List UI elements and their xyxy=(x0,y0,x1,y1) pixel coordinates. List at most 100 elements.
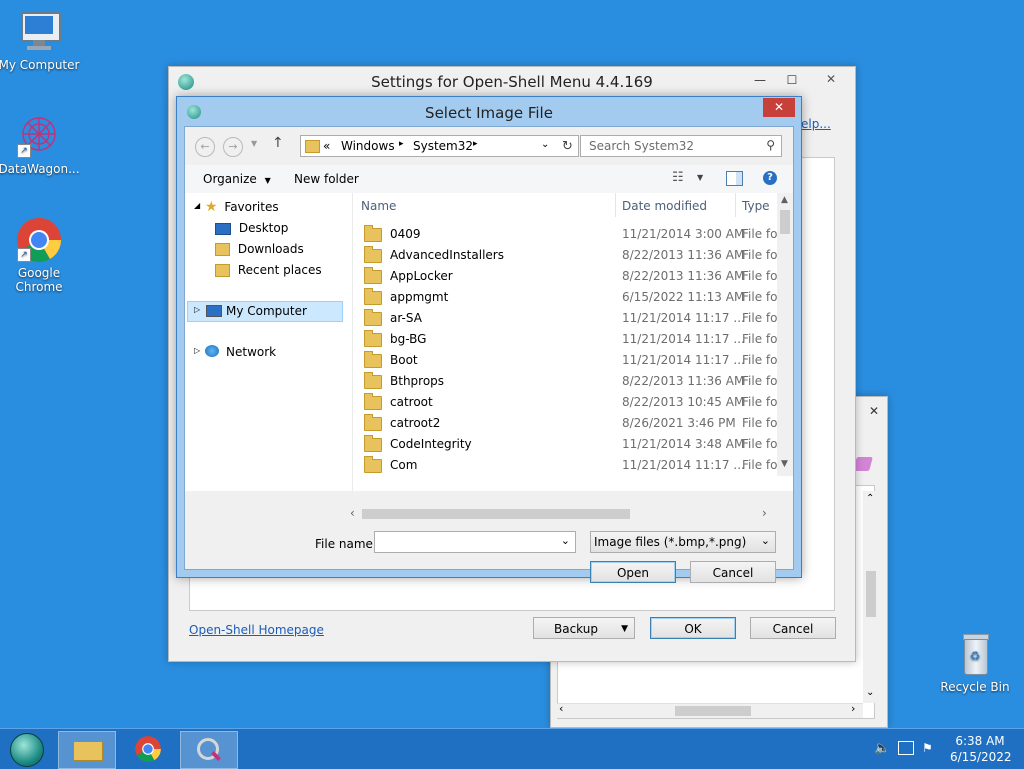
nav-desktop[interactable]: Desktop xyxy=(215,218,288,238)
forward-button[interactable]: → xyxy=(223,137,243,157)
nav-downloads[interactable]: Downloads xyxy=(215,239,304,259)
taskbar-chrome[interactable] xyxy=(120,731,176,767)
search-input[interactable]: Search System32 ⚲ xyxy=(580,135,782,157)
taskbar-open-shell-settings[interactable] xyxy=(180,731,238,769)
cancel-button[interactable]: Cancel xyxy=(750,617,836,639)
nav-favorites-label: Favorites xyxy=(224,200,279,214)
chrome-icon: ↗ xyxy=(15,216,63,264)
list-item[interactable]: ar-SA 11/21/2014 11:17 ... File fol xyxy=(353,308,781,329)
organize-button[interactable]: Organize ▼ xyxy=(203,172,271,186)
scrollbar-vertical[interactable] xyxy=(863,491,879,703)
column-header-date[interactable]: Date modified xyxy=(622,199,707,213)
desktop-icon-label: DataWagon... xyxy=(0,162,80,176)
clock-time[interactable]: 6:38 AM xyxy=(950,734,1010,748)
list-item[interactable]: bg-BG 11/21/2014 11:17 ... File fol xyxy=(353,329,781,350)
column-header-type[interactable]: Type xyxy=(742,199,770,213)
scroll-left-arrow-icon[interactable]: ‹ xyxy=(350,506,355,520)
list-item[interactable]: CodeIntegrity 11/21/2014 3:48 AM File fol xyxy=(353,434,781,455)
scroll-right-arrow-icon[interactable]: › xyxy=(851,702,855,715)
recent-dropdown-icon[interactable]: ▼ xyxy=(251,139,257,148)
nav-recent-label: Recent places xyxy=(237,263,322,277)
expand-favorites-icon[interactable]: ◢ xyxy=(194,201,200,210)
network-status-icon[interactable] xyxy=(898,741,914,755)
desktop-icon-my-computer[interactable]: My Computer xyxy=(0,8,81,72)
file-name-input[interactable]: ⌄ xyxy=(374,531,576,553)
chevron-right-icon[interactable]: ▸ xyxy=(399,139,404,149)
clock-date[interactable]: 6/15/2022 xyxy=(950,750,1012,764)
start-button[interactable] xyxy=(0,731,50,767)
new-folder-button[interactable]: New folder xyxy=(294,172,359,186)
backup-label: Backup xyxy=(554,622,598,636)
scroll-up-arrow-icon[interactable]: ▲ xyxy=(781,195,788,205)
list-item[interactable]: appmgmt 6/15/2022 11:13 AM File fol xyxy=(353,287,781,308)
nav-my-computer[interactable]: ▷ My Computer xyxy=(187,301,343,322)
list-item[interactable]: 0409 11/21/2014 3:00 AM File fol xyxy=(353,224,781,245)
scrollbar-thumb[interactable] xyxy=(362,509,630,519)
help-icon[interactable]: ? xyxy=(763,171,777,185)
column-divider[interactable] xyxy=(615,193,616,217)
scroll-down-arrow-icon[interactable]: ▼ xyxy=(781,459,788,469)
file-list-scrollbar-horizontal[interactable]: ‹ › xyxy=(346,505,776,522)
column-header-name[interactable]: Name xyxy=(361,199,396,213)
up-button[interactable]: ↑ xyxy=(272,135,284,151)
dialog-body: ← → ▼ ↑ « Windows ▸ System32 ▸ ⌄ ↻ Searc… xyxy=(184,126,794,583)
chevron-down-icon[interactable]: ⌄ xyxy=(561,534,570,547)
view-dropdown-icon[interactable]: ▼ xyxy=(697,173,703,182)
nav-computer-label: My Computer xyxy=(226,304,307,318)
command-bar: Organize ▼ New folder ☷ ▼ ? xyxy=(185,165,793,194)
list-item[interactable]: catroot 8/22/2013 10:45 AM File fol xyxy=(353,392,781,413)
list-item[interactable]: AdvancedInstallers 8/22/2013 11:36 AM File… xyxy=(353,245,781,266)
preview-pane-icon[interactable] xyxy=(726,171,743,186)
desktop-icon-recycle-bin[interactable]: ♻ Recycle Bin xyxy=(933,630,1017,694)
search-placeholder: Search System32 xyxy=(589,139,695,153)
shortcut-arrow-icon: ↗ xyxy=(17,144,31,158)
breadcrumb-overflow[interactable]: « xyxy=(323,139,330,153)
list-item[interactable]: Com 11/21/2014 11:17 ... File fol xyxy=(353,455,781,476)
file-list-scrollbar-vertical[interactable]: ▲ ▼ xyxy=(777,193,793,476)
help-link[interactable]: elp... xyxy=(801,117,831,131)
scrollbar-horizontal[interactable]: ‹ › xyxy=(557,702,863,718)
list-item[interactable]: Bthprops 8/22/2013 11:36 AM File fol xyxy=(353,371,781,392)
dialog-close-button[interactable]: ✕ xyxy=(763,98,795,117)
breadcrumb-system32[interactable]: System32 xyxy=(413,139,473,153)
homepage-link[interactable]: Open-Shell Homepage xyxy=(189,623,324,637)
view-options-icon[interactable]: ☷ xyxy=(672,170,684,185)
scrollbar-thumb[interactable] xyxy=(780,210,790,234)
desktop-icon-chrome[interactable]: ↗ Google Chrome xyxy=(0,216,81,294)
file-type-filter[interactable]: Image files (*.bmp,*.png) ⌄ xyxy=(590,531,776,553)
action-center-icon[interactable]: ⚑ xyxy=(922,741,933,755)
list-item[interactable]: Boot 11/21/2014 11:17 ... File fol xyxy=(353,350,781,371)
close-icon[interactable]: ✕ xyxy=(809,69,853,89)
address-bar[interactable]: « Windows ▸ System32 ▸ ⌄ xyxy=(300,135,562,157)
scroll-left-arrow-icon[interactable]: ‹ xyxy=(559,702,563,715)
breadcrumb-windows[interactable]: Windows xyxy=(341,139,395,153)
dialog-title: Select Image File xyxy=(425,104,553,122)
volume-muted-icon[interactable]: 🔈 xyxy=(874,741,890,756)
open-button[interactable]: Open xyxy=(590,561,676,583)
scroll-down-arrow-icon[interactable]: ⌄ xyxy=(866,687,874,698)
minimize-icon[interactable]: — xyxy=(745,70,775,90)
scroll-up-arrow-icon[interactable]: ⌃ xyxy=(866,493,874,504)
nav-favorites[interactable]: ★ Favorites xyxy=(205,197,279,217)
refresh-button[interactable]: ↻ xyxy=(557,135,579,157)
scroll-right-arrow-icon[interactable]: › xyxy=(762,506,767,520)
column-divider[interactable] xyxy=(735,193,736,217)
list-item[interactable]: catroot2 8/26/2021 3:46 PM File fol xyxy=(353,413,781,434)
dialog-cancel-button[interactable]: Cancel xyxy=(690,561,776,583)
ok-button[interactable]: OK xyxy=(650,617,736,639)
chevron-down-icon[interactable]: ⌄ xyxy=(541,139,549,150)
settings-titlebar[interactable]: Settings for Open-Shell Menu 4.4.169 — ☐… xyxy=(169,67,855,97)
nav-recent-places[interactable]: Recent places xyxy=(215,260,322,280)
list-item[interactable]: AppLocker 8/22/2013 11:36 AM File fol xyxy=(353,266,781,287)
recycle-bin-icon: ♻ xyxy=(951,630,999,678)
maximize-icon[interactable]: ☐ xyxy=(777,70,807,90)
network-icon xyxy=(205,345,219,357)
backup-button[interactable]: Backup ▼ xyxy=(533,617,635,639)
desktop-icon-datawagon[interactable]: ↗ DataWagon... xyxy=(0,112,81,176)
star-icon: ★ xyxy=(205,199,218,215)
chevron-right-icon[interactable]: ▸ xyxy=(473,139,478,149)
back-button[interactable]: ← xyxy=(195,137,215,157)
taskbar-explorer[interactable] xyxy=(58,731,116,769)
close-icon[interactable]: ✕ xyxy=(861,401,887,421)
nav-network[interactable]: ▷ Network xyxy=(187,343,341,362)
